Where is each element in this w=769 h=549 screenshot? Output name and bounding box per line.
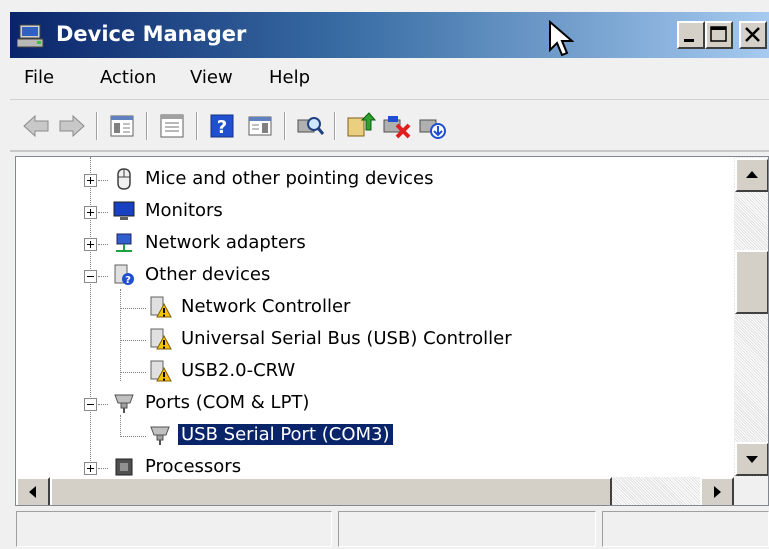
scroll-down-button[interactable] <box>735 442 768 476</box>
tree-connector <box>98 276 108 277</box>
toolbar-separator <box>284 112 286 140</box>
expand-icon[interactable] <box>84 206 97 219</box>
expand-icon[interactable] <box>84 238 97 251</box>
tree-connector <box>98 468 108 469</box>
vertical-scroll-thumb[interactable] <box>735 250 768 314</box>
window-title: Device Manager <box>56 22 247 46</box>
toolbar-separator <box>146 112 148 140</box>
arrow-left-icon <box>29 486 36 498</box>
show-hide-console-tree-icon[interactable] <box>106 110 138 142</box>
minimize-icon <box>684 39 694 42</box>
menu-file[interactable]: File <box>24 67 54 88</box>
tree-item-label: Mice and other pointing devices <box>145 168 434 189</box>
device-manager-window: Device Manager File Action View Help ? M… <box>0 0 769 549</box>
tree-item-processors[interactable]: Processors <box>16 453 734 477</box>
warning-device-icon <box>150 328 172 350</box>
status-bar <box>10 508 769 549</box>
collapse-icon[interactable] <box>84 270 97 283</box>
tree-item-label: Other devices <box>145 264 271 285</box>
horizontal-scrollbar[interactable] <box>16 477 734 505</box>
processor-icon <box>115 458 133 476</box>
port-icon <box>114 394 134 413</box>
title-bar[interactable]: Device Manager <box>10 12 769 58</box>
mouse-cursor-icon <box>549 20 574 57</box>
tree-item-usb2-crw[interactable]: USB2.0-CRW <box>16 357 734 387</box>
update-driver-icon[interactable] <box>344 110 376 142</box>
scroll-up-button[interactable] <box>735 158 768 192</box>
unknown-device-icon: ? <box>114 264 134 286</box>
device-tree-content: Mice and other pointing devices Monitors <box>16 157 734 477</box>
tree-item-label: Universal Serial Bus (USB) Controller <box>181 328 512 349</box>
device-manager-icon <box>17 24 44 48</box>
menu-view[interactable]: View <box>190 67 233 88</box>
tree-connector <box>98 404 108 405</box>
vertical-scrollbar[interactable] <box>734 157 768 477</box>
expand-icon[interactable] <box>84 174 97 187</box>
help-icon[interactable]: ? <box>206 110 238 142</box>
tree-item-label: Processors <box>145 456 242 477</box>
tree-item-network-controller[interactable]: Network Controller <box>16 293 734 323</box>
tree-item-monitors[interactable]: Monitors <box>16 197 734 227</box>
properties-icon[interactable] <box>156 110 188 142</box>
uninstall-device-icon[interactable] <box>380 110 412 142</box>
svg-text:?: ? <box>217 117 227 138</box>
warning-device-icon <box>150 360 172 382</box>
tree-connector <box>98 212 108 213</box>
network-adapter-icon <box>116 233 132 252</box>
toolbar: ? <box>10 100 769 152</box>
tree-connector <box>120 340 146 341</box>
status-pane-1 <box>16 511 332 547</box>
close-button[interactable] <box>739 21 767 49</box>
tree-item-network-adapters[interactable]: Network adapters <box>16 229 734 259</box>
tree-connector <box>98 244 108 245</box>
arrow-right-icon <box>714 486 721 498</box>
tree-connector <box>98 180 108 181</box>
port-icon <box>150 426 170 445</box>
menu-help[interactable]: Help <box>269 67 310 88</box>
tree-item-label: Monitors <box>145 200 223 221</box>
status-pane-2 <box>338 511 596 547</box>
maximize-icon <box>710 26 727 42</box>
tree-item-ports[interactable]: Ports (COM & LPT) <box>16 389 734 419</box>
disable-device-icon[interactable] <box>416 110 448 142</box>
menu-bar: File Action View Help <box>10 58 769 100</box>
arrow-up-icon <box>746 171 758 178</box>
scroll-left-button[interactable] <box>16 477 50 505</box>
tree-item-label: USB2.0-CRW <box>181 360 296 381</box>
tree-item-label-selected: USB Serial Port (COM3) <box>178 424 393 445</box>
scrollbar-corner <box>734 477 768 505</box>
toolbar-separator <box>196 112 198 140</box>
device-tree[interactable]: Mice and other pointing devices Monitors <box>15 156 769 506</box>
status-pane-3 <box>602 511 769 547</box>
tree-item-mice[interactable]: Mice and other pointing devices <box>16 165 734 195</box>
mouse-icon <box>117 168 131 190</box>
minimize-button[interactable] <box>677 21 705 49</box>
maximize-button[interactable] <box>705 21 733 49</box>
scan-hardware-icon[interactable] <box>294 110 326 142</box>
expand-icon[interactable] <box>84 462 97 475</box>
tree-connector <box>120 308 146 309</box>
warning-device-icon <box>150 296 172 318</box>
scroll-right-button[interactable] <box>700 477 734 505</box>
back-icon[interactable] <box>20 110 52 142</box>
tree-item-label: Ports (COM & LPT) <box>145 392 310 413</box>
arrow-down-icon <box>746 456 758 463</box>
toolbar-separator <box>96 112 98 140</box>
horizontal-scroll-thumb[interactable] <box>50 477 612 505</box>
close-icon <box>745 27 760 42</box>
action-pane-icon[interactable] <box>244 110 276 142</box>
menu-action[interactable]: Action <box>100 67 156 88</box>
tree-connector <box>120 372 146 373</box>
toolbar-separator <box>334 112 336 140</box>
tree-connector <box>120 436 146 437</box>
tree-item-label: Network adapters <box>145 232 306 253</box>
tree-item-usb-serial-port[interactable]: USB Serial Port (COM3) <box>16 421 734 451</box>
tree-item-other-devices[interactable]: ? Other devices <box>16 261 734 291</box>
monitor-icon <box>113 201 135 220</box>
tree-item-usb-controller[interactable]: Universal Serial Bus (USB) Controller <box>16 325 734 355</box>
collapse-icon[interactable] <box>84 398 97 411</box>
svg-text:?: ? <box>125 275 131 286</box>
tree-item-label: Network Controller <box>181 296 351 317</box>
forward-icon[interactable] <box>56 110 88 142</box>
